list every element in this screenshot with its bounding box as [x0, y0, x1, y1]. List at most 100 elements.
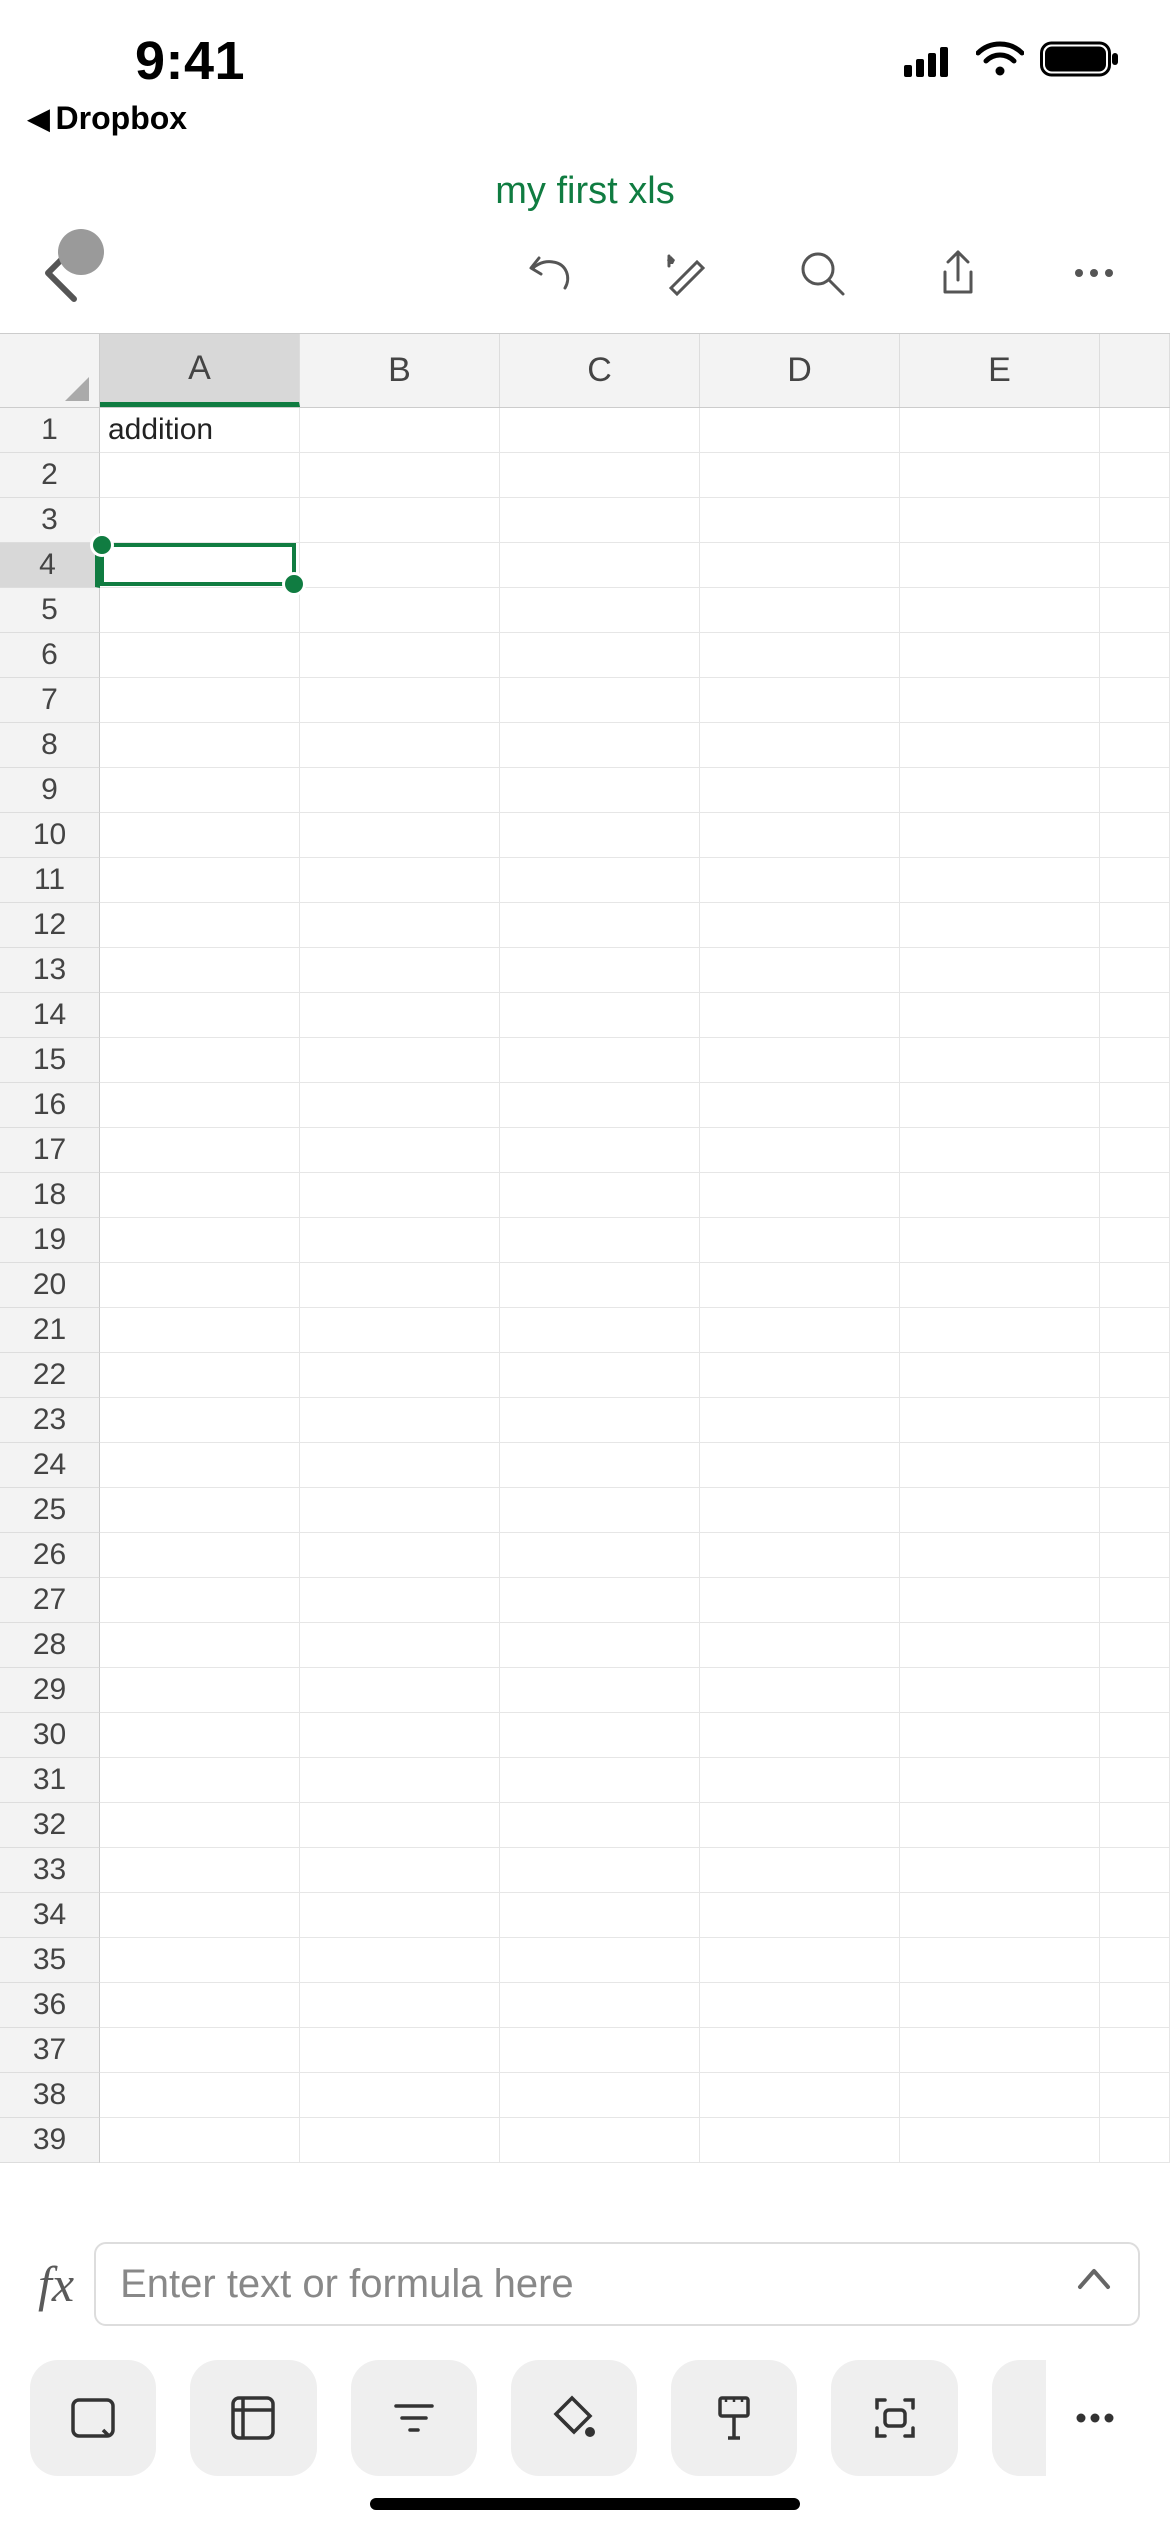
cell[interactable]	[100, 1803, 300, 1848]
row-header[interactable]: 14	[0, 993, 100, 1038]
cell[interactable]	[700, 1533, 900, 1578]
cell[interactable]	[500, 588, 700, 633]
bottom-more-button[interactable]	[1050, 2360, 1140, 2476]
cell[interactable]	[300, 1443, 500, 1488]
row-header[interactable]: 29	[0, 1668, 100, 1713]
cell[interactable]	[900, 2028, 1100, 2073]
cell[interactable]	[300, 1218, 500, 1263]
cell[interactable]	[1100, 993, 1170, 1038]
cell[interactable]	[500, 498, 700, 543]
cell[interactable]	[300, 768, 500, 813]
cell[interactable]	[300, 1578, 500, 1623]
cell[interactable]	[1100, 1803, 1170, 1848]
cell[interactable]	[100, 1443, 300, 1488]
cell[interactable]	[100, 453, 300, 498]
cell[interactable]	[300, 498, 500, 543]
cell[interactable]	[700, 1938, 900, 1983]
cell[interactable]	[900, 948, 1100, 993]
cell[interactable]	[900, 2073, 1100, 2118]
row-header[interactable]: 23	[0, 1398, 100, 1443]
search-button[interactable]	[794, 245, 850, 301]
cell[interactable]	[100, 1578, 300, 1623]
cell[interactable]	[700, 1263, 900, 1308]
cell[interactable]	[1100, 948, 1170, 993]
cell[interactable]	[300, 858, 500, 903]
cell[interactable]	[500, 2118, 700, 2163]
cell[interactable]	[700, 903, 900, 948]
cell[interactable]	[300, 1983, 500, 2028]
cell[interactable]	[100, 588, 300, 633]
cell[interactable]: addition	[100, 408, 300, 453]
row-header[interactable]: 4	[0, 543, 100, 588]
cell[interactable]	[300, 1533, 500, 1578]
row-header[interactable]: 39	[0, 2118, 100, 2163]
cell[interactable]	[500, 948, 700, 993]
cell[interactable]	[900, 1758, 1100, 1803]
cell[interactable]	[900, 1308, 1100, 1353]
cell[interactable]	[100, 2118, 300, 2163]
cell[interactable]	[100, 813, 300, 858]
cell[interactable]	[300, 903, 500, 948]
cell[interactable]	[500, 1263, 700, 1308]
cell[interactable]	[500, 813, 700, 858]
draw-button[interactable]	[658, 245, 714, 301]
cell[interactable]	[900, 1218, 1100, 1263]
row-header[interactable]: 24	[0, 1443, 100, 1488]
cell[interactable]	[300, 1938, 500, 1983]
cell[interactable]	[900, 1353, 1100, 1398]
cell[interactable]	[700, 1218, 900, 1263]
cell[interactable]	[900, 1128, 1100, 1173]
cell[interactable]	[300, 723, 500, 768]
row-header[interactable]: 1	[0, 408, 100, 453]
cell[interactable]	[100, 1623, 300, 1668]
cell[interactable]	[900, 1623, 1100, 1668]
cell[interactable]	[100, 1713, 300, 1758]
cell[interactable]	[1100, 1128, 1170, 1173]
cell[interactable]	[700, 1848, 900, 1893]
format-button[interactable]	[671, 2360, 797, 2476]
cell[interactable]	[500, 1533, 700, 1578]
cell[interactable]	[1100, 2073, 1170, 2118]
cell[interactable]	[700, 1353, 900, 1398]
cell[interactable]	[1100, 498, 1170, 543]
cell[interactable]	[1100, 1443, 1170, 1488]
cell[interactable]	[500, 1758, 700, 1803]
cell[interactable]	[300, 1848, 500, 1893]
cell[interactable]	[700, 588, 900, 633]
row-header[interactable]: 7	[0, 678, 100, 723]
cell[interactable]	[500, 1398, 700, 1443]
cell[interactable]	[100, 858, 300, 903]
cell[interactable]	[300, 2028, 500, 2073]
cell[interactable]	[500, 1893, 700, 1938]
cell[interactable]	[500, 1218, 700, 1263]
cell[interactable]	[100, 1263, 300, 1308]
column-header[interactable]: A	[100, 334, 300, 407]
cell[interactable]	[900, 1443, 1100, 1488]
cell[interactable]	[500, 678, 700, 723]
row-header[interactable]: 34	[0, 1893, 100, 1938]
cell[interactable]	[700, 1308, 900, 1353]
cell[interactable]	[900, 1488, 1100, 1533]
cell[interactable]	[1100, 723, 1170, 768]
expand-formula-icon[interactable]	[1074, 2259, 1114, 2309]
cell[interactable]	[900, 1263, 1100, 1308]
cell[interactable]	[100, 678, 300, 723]
cell[interactable]	[100, 1983, 300, 2028]
cell[interactable]	[1100, 1533, 1170, 1578]
cell[interactable]	[1100, 1893, 1170, 1938]
cell[interactable]	[900, 768, 1100, 813]
cell[interactable]	[900, 813, 1100, 858]
cell[interactable]	[1100, 1038, 1170, 1083]
cell[interactable]	[700, 1983, 900, 2028]
cell[interactable]	[900, 633, 1100, 678]
scan-button[interactable]	[831, 2360, 957, 2476]
cell[interactable]	[700, 948, 900, 993]
cell[interactable]	[1100, 588, 1170, 633]
cell[interactable]	[700, 1128, 900, 1173]
cell[interactable]	[300, 948, 500, 993]
cell[interactable]	[100, 2073, 300, 2118]
row-header[interactable]: 17	[0, 1128, 100, 1173]
cell[interactable]	[1100, 1218, 1170, 1263]
cell[interactable]	[500, 1353, 700, 1398]
cell[interactable]	[1100, 543, 1170, 588]
